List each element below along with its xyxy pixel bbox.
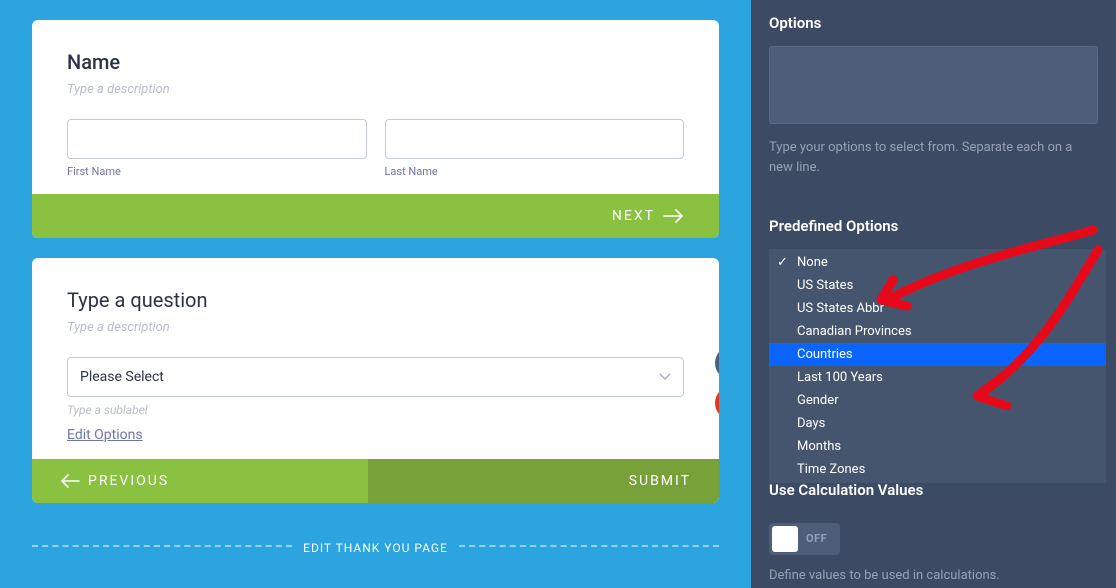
check-icon: ✓ (777, 255, 788, 270)
first-name-sublabel: First Name (67, 165, 367, 178)
predefined-option-us-states-abbr[interactable]: US States Abbr (769, 297, 1106, 320)
previous-label: PREVIOUS (88, 473, 169, 489)
options-section-title: Options (769, 0, 1098, 46)
element-delete-button[interactable] (715, 386, 719, 420)
sublabel-placeholder[interactable]: Type a sublabel (67, 403, 684, 417)
edit-options-link[interactable]: Edit Options (67, 427, 143, 443)
predefined-option-canadian-provinces[interactable]: Canadian Provinces (769, 320, 1106, 343)
chevron-down-icon (659, 369, 671, 385)
question-title-placeholder[interactable]: Type a question (67, 288, 684, 312)
description-placeholder-2[interactable]: Type a description (67, 320, 684, 335)
predefined-option-none[interactable]: ✓None (769, 251, 1106, 274)
predefined-option-time-zones[interactable]: Time Zones (769, 458, 1106, 481)
calc-helper: Define values to be used in calculations… (769, 566, 1098, 586)
form-canvas: Name Type a description First Name Last … (0, 0, 751, 588)
dropdown-question-card[interactable]: Type a question Type a description Pleas… (32, 258, 719, 503)
predefined-options-dropdown[interactable]: ✓NoneUS StatesUS States AbbrCanadian Pro… (769, 249, 1106, 483)
predefined-options-title: Predefined Options (769, 203, 1098, 249)
predefined-option-days[interactable]: Days (769, 412, 1106, 435)
options-helper: Type your options to select from. Separa… (769, 138, 1098, 177)
element-settings-button[interactable] (715, 346, 719, 380)
last-name-sublabel: Last Name (385, 165, 685, 178)
submit-label: SUBMIT (629, 473, 691, 489)
arrow-right-icon (663, 209, 683, 223)
submit-button[interactable]: SUBMIT (368, 459, 720, 503)
dropdown-select[interactable]: Please Select (67, 357, 684, 397)
first-name-input[interactable] (67, 119, 367, 159)
calc-values-toggle[interactable]: OFF (769, 523, 840, 555)
next-label: NEXT (612, 208, 655, 224)
predefined-option-us-states[interactable]: US States (769, 274, 1106, 297)
toggle-label: OFF (798, 532, 837, 545)
predefined-option-months[interactable]: Months (769, 435, 1106, 458)
edit-thank-you-page[interactable]: EDIT THANK YOU PAGE (32, 523, 719, 563)
dropdown-selected-text: Please Select (80, 369, 164, 385)
name-card: Name Type a description First Name Last … (32, 20, 719, 238)
previous-button[interactable]: PREVIOUS (32, 459, 368, 503)
next-button[interactable]: NEXT (32, 194, 719, 238)
question-title-name: Name (67, 50, 684, 74)
predefined-option-gender[interactable]: Gender (769, 389, 1106, 412)
properties-sidebar: Options Type your options to select from… (751, 0, 1116, 588)
options-textarea[interactable] (769, 46, 1098, 124)
predefined-option-countries[interactable]: Countries (769, 343, 1106, 366)
toggle-knob (772, 526, 798, 552)
arrow-left-icon (60, 474, 80, 488)
last-name-input[interactable] (385, 119, 685, 159)
predefined-option-last-100-years[interactable]: Last 100 Years (769, 366, 1106, 389)
description-placeholder[interactable]: Type a description (67, 82, 684, 97)
